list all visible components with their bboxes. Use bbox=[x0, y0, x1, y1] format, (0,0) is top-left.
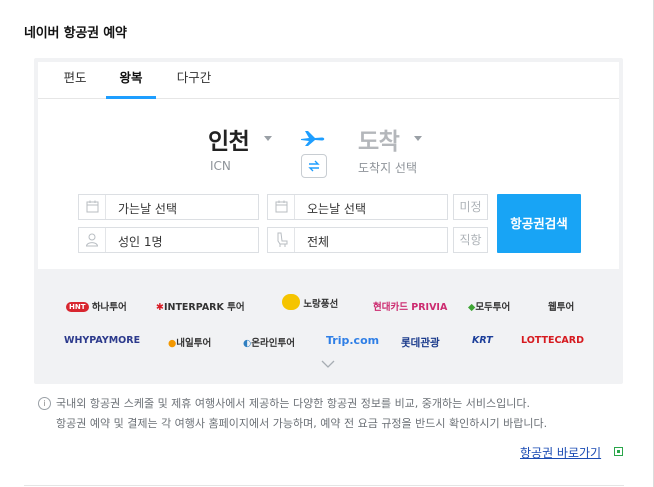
partner-name: 웹투어 bbox=[548, 302, 575, 313]
calendar-icon bbox=[79, 195, 106, 219]
page-title: 네이버 항공권 예약 bbox=[24, 26, 127, 41]
undecided-date-toggle[interactable]: 미정 bbox=[453, 194, 488, 220]
partner-interpark[interactable]: ✱INTERPARK 투어 bbox=[156, 299, 245, 313]
partner-krt[interactable]: KRT bbox=[472, 335, 493, 346]
partner-onlinetour[interactable]: ◐온라인투어 bbox=[243, 335, 295, 349]
departure-code: ICN bbox=[210, 159, 231, 173]
trip-type-tabs: 편도 왕복 다구간 bbox=[38, 62, 619, 99]
arrival-city[interactable]: 도착 bbox=[358, 122, 400, 156]
chevron-down-icon[interactable] bbox=[321, 360, 335, 369]
arrival-dropdown-caret-icon[interactable] bbox=[414, 136, 422, 141]
return-date-field[interactable]: 오는날 선택 bbox=[267, 194, 448, 220]
calendar-icon bbox=[268, 195, 295, 219]
bottom-divider bbox=[24, 485, 624, 486]
partner-webtour[interactable]: 웹투어 bbox=[548, 299, 574, 313]
partner-name: 하나투어 bbox=[91, 302, 127, 313]
active-tab-indicator bbox=[106, 96, 156, 99]
partner-norangballoon[interactable]: 노랑풍선 bbox=[282, 294, 338, 310]
partner-tripcom[interactable]: Trip.com bbox=[326, 334, 379, 347]
partner-whypaymore[interactable]: WHYPAYMORE bbox=[64, 335, 140, 346]
external-link-icon[interactable] bbox=[614, 447, 623, 456]
flight-search-panel: 편도 왕복 다구간 인천 ICN 도착 도착지 선택 가는날 선택 오는날 선택… bbox=[34, 58, 623, 384]
partner-naeiltour[interactable]: ●내일투어 bbox=[168, 335, 211, 349]
tab-label: 왕복 bbox=[119, 70, 143, 85]
interpark-logo-icon: ✱ bbox=[156, 302, 164, 313]
search-card: 편도 왕복 다구간 인천 ICN 도착 도착지 선택 가는날 선택 오는날 선택… bbox=[38, 62, 619, 269]
partner-name: 노랑풍선 bbox=[303, 299, 339, 310]
passengers-field[interactable]: 성인 1명 bbox=[78, 227, 259, 253]
seat-class-value: 전체 bbox=[307, 235, 330, 249]
tab-label: 다구간 bbox=[176, 70, 212, 85]
partner-name: 내일투어 bbox=[176, 338, 212, 349]
partner-lottecard[interactable]: LOTTECARD bbox=[521, 335, 584, 346]
airplane-icon bbox=[301, 131, 325, 146]
person-icon bbox=[79, 228, 106, 252]
passengers-value: 성인 1명 bbox=[118, 235, 163, 249]
direct-flight-toggle[interactable]: 직항 bbox=[453, 227, 488, 253]
swap-arrows-icon bbox=[308, 160, 320, 172]
service-notice: 국내외 항공권 스케줄 및 제휴 여행사에서 제공하는 다양한 항공권 정보를 … bbox=[38, 394, 547, 434]
partner-name: 모두투어 bbox=[475, 302, 511, 313]
seat-class-field[interactable]: 전체 bbox=[267, 227, 448, 253]
flight-search-button[interactable]: 항공권검색 bbox=[497, 194, 581, 253]
depart-date-value: 가는날 선택 bbox=[118, 202, 178, 216]
partner-hanatour[interactable]: HNT 하나투어 bbox=[66, 299, 127, 313]
swap-route-button[interactable] bbox=[301, 154, 327, 178]
tab-multi-city[interactable]: 다구간 bbox=[172, 62, 216, 98]
tab-round-trip[interactable]: 왕복 bbox=[106, 62, 156, 99]
partner-name: 온라인투어 bbox=[251, 338, 295, 349]
tab-label: 편도 bbox=[63, 70, 87, 85]
return-date-value: 오는날 선택 bbox=[307, 202, 367, 216]
partner-modetour[interactable]: ◆모두투어 bbox=[468, 299, 510, 313]
departure-dropdown-caret-icon[interactable] bbox=[264, 136, 272, 141]
partner-name: INTERPARK 투어 bbox=[163, 302, 245, 313]
departure-city[interactable]: 인천 bbox=[208, 122, 250, 156]
tab-one-way[interactable]: 편도 bbox=[60, 62, 90, 98]
notice-line-2: 항공권 예약 및 결제는 각 여행사 홈페이지에서 가능하며, 예약 전 요금 … bbox=[56, 417, 548, 430]
partner-lottetour[interactable]: 롯데관광 bbox=[401, 335, 440, 350]
depart-date-field[interactable]: 가는날 선택 bbox=[78, 194, 259, 220]
hanatour-logo-icon: HNT bbox=[66, 302, 89, 312]
flight-shortcut-link[interactable]: 항공권 바로가기 bbox=[520, 444, 601, 461]
seat-icon bbox=[268, 228, 295, 252]
balloon-logo-icon bbox=[282, 294, 300, 310]
partner-privia[interactable]: 현대카드 PRIVIA bbox=[373, 299, 447, 313]
arrival-code: 도착지 선택 bbox=[358, 161, 418, 175]
notice-line-1: 국내외 항공권 스케줄 및 제휴 여행사에서 제공하는 다양한 항공권 정보를 … bbox=[56, 397, 530, 410]
